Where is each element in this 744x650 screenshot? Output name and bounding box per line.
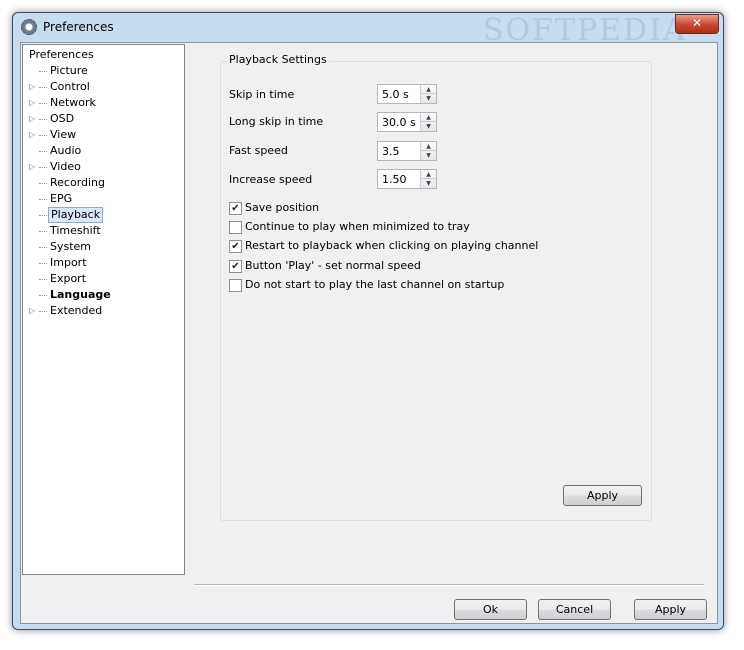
skip-in-time-spinbox[interactable]: 5.0 s ▲ ▼ bbox=[377, 84, 437, 104]
spin-down-icon[interactable]: ▼ bbox=[421, 151, 436, 160]
tree-item-label: Playback bbox=[48, 207, 104, 223]
gear-icon bbox=[21, 19, 37, 35]
tree-item-label: Network bbox=[50, 96, 96, 109]
checkbox-unchecked[interactable] bbox=[229, 279, 242, 292]
spin-value: 30.0 s bbox=[382, 116, 416, 129]
checkbox-label[interactable]: Button 'Play' - set normal speed bbox=[245, 259, 421, 272]
playback-settings-group: Playback Settings Skip in time 5.0 s ▲ ▼ … bbox=[220, 53, 652, 521]
checkbox-label[interactable]: Save position bbox=[245, 201, 319, 214]
close-button[interactable]: ✕ bbox=[675, 14, 719, 34]
tree-connector bbox=[39, 263, 47, 264]
skip-in-time-label: Skip in time bbox=[229, 88, 295, 101]
tree-connector bbox=[39, 183, 47, 184]
spin-up-icon[interactable]: ▲ bbox=[421, 113, 436, 122]
tree-connector bbox=[39, 119, 47, 120]
increase-speed-label: Increase speed bbox=[229, 173, 313, 186]
ok-button[interactable]: Ok bbox=[454, 599, 527, 620]
spin-value: 1.50 bbox=[382, 173, 407, 186]
checkbox-checked[interactable]: ✔ bbox=[229, 240, 242, 253]
expand-arrow-icon[interactable]: ▷ bbox=[29, 111, 39, 127]
tree-item-label: Control bbox=[50, 80, 90, 93]
tree-connector bbox=[39, 295, 47, 296]
tree-root-preferences[interactable]: Preferences bbox=[29, 47, 94, 63]
preferences-window: Preferences SOFTPEDIA ✕ Preferences Pict… bbox=[12, 12, 724, 630]
tree-connector bbox=[39, 151, 47, 152]
playback-apply-button[interactable]: Apply bbox=[563, 485, 642, 506]
close-icon: ✕ bbox=[691, 16, 703, 30]
tree-item-label: Audio bbox=[50, 144, 82, 157]
tree-item-label: Import bbox=[50, 256, 87, 269]
tree-connector bbox=[39, 199, 47, 200]
group-title: Playback Settings bbox=[227, 53, 329, 66]
tree-connector bbox=[39, 71, 47, 72]
tree-connector bbox=[39, 231, 47, 232]
client-area: Preferences Picture ▷ Control ▷ Network ▷ OSD ▷… bbox=[20, 42, 718, 624]
tree-item-label: Video bbox=[50, 160, 81, 173]
tree-item-label: Picture bbox=[50, 64, 88, 77]
tree-item-label: Recording bbox=[50, 176, 106, 189]
apply-button[interactable]: Apply bbox=[634, 599, 707, 620]
spin-value: 5.0 s bbox=[382, 88, 409, 101]
tree-connector bbox=[39, 135, 47, 136]
expand-arrow-icon[interactable]: ▷ bbox=[29, 79, 39, 95]
expand-arrow-icon[interactable]: ▷ bbox=[29, 95, 39, 111]
spin-up-icon[interactable]: ▲ bbox=[421, 170, 436, 179]
category-tree[interactable]: Preferences Picture ▷ Control ▷ Network ▷ OSD ▷… bbox=[22, 44, 185, 575]
spin-down-icon[interactable]: ▼ bbox=[421, 179, 436, 188]
increase-speed-spinbox[interactable]: 1.50 ▲ ▼ bbox=[377, 169, 437, 189]
tree-item-label: Export bbox=[50, 272, 87, 285]
checkbox-label[interactable]: Do not start to play the last channel on… bbox=[245, 278, 504, 291]
checkbox-checked[interactable]: ✔ bbox=[229, 260, 242, 273]
spin-up-icon[interactable]: ▲ bbox=[421, 85, 436, 94]
tree-item-label: Extended bbox=[50, 304, 103, 317]
tree-connector bbox=[39, 215, 47, 216]
expand-arrow-icon[interactable]: ▷ bbox=[29, 127, 39, 143]
fast-speed-spinbox[interactable]: 3.5 ▲ ▼ bbox=[377, 141, 437, 161]
spin-value: 3.5 bbox=[382, 145, 400, 158]
tree-connector bbox=[39, 167, 47, 168]
spin-up-icon[interactable]: ▲ bbox=[421, 142, 436, 151]
separator bbox=[194, 584, 704, 586]
tree-item-label: View bbox=[50, 128, 77, 141]
spin-down-icon[interactable]: ▼ bbox=[421, 122, 436, 131]
checkbox-label[interactable]: Restart to playback when clicking on pla… bbox=[245, 239, 538, 252]
tree-item-label: EPG bbox=[50, 192, 73, 205]
tree-item-label: System bbox=[50, 240, 92, 253]
long-skip-in-time-label: Long skip in time bbox=[229, 115, 324, 128]
checkbox-unchecked[interactable] bbox=[229, 221, 242, 234]
long-skip-in-time-spinbox[interactable]: 30.0 s ▲ ▼ bbox=[377, 112, 437, 132]
tree-connector bbox=[39, 103, 47, 104]
expand-arrow-icon[interactable]: ▷ bbox=[29, 303, 39, 319]
tree-connector bbox=[39, 247, 47, 248]
spin-down-icon[interactable]: ▼ bbox=[421, 94, 436, 103]
title-bar[interactable]: Preferences SOFTPEDIA ✕ bbox=[13, 13, 723, 48]
checkbox-checked[interactable]: ✔ bbox=[229, 202, 242, 215]
cancel-button[interactable]: Cancel bbox=[538, 599, 611, 620]
tree-connector bbox=[39, 279, 47, 280]
tree-item-label: Timeshift bbox=[50, 224, 101, 237]
expand-arrow-icon[interactable]: ▷ bbox=[29, 159, 39, 175]
checkbox-label[interactable]: Continue to play when minimized to tray bbox=[245, 220, 470, 233]
tree-connector bbox=[39, 87, 47, 88]
tree-connector bbox=[39, 311, 47, 312]
tree-item-label: OSD bbox=[50, 112, 75, 125]
window-title: Preferences bbox=[43, 20, 114, 34]
fast-speed-label: Fast speed bbox=[229, 144, 288, 157]
tree-item-label: Language bbox=[50, 288, 111, 301]
